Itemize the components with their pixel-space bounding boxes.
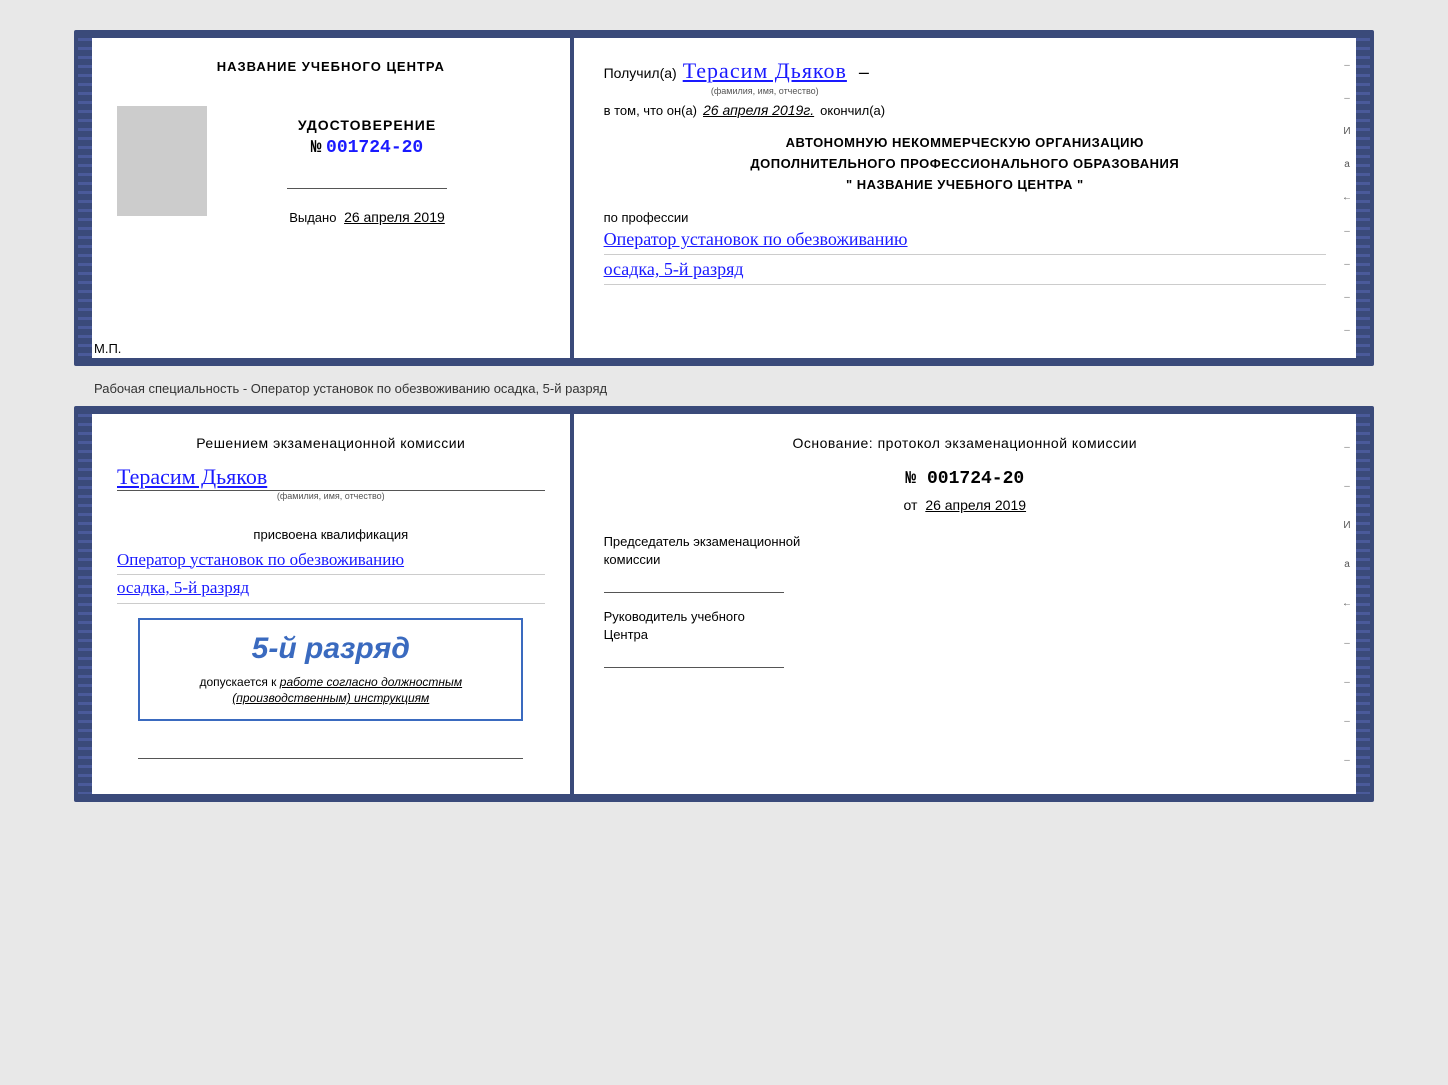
bottom-doc-inner: Решением экзаменационной комиссии Тераси… — [92, 414, 1356, 794]
tick3: И — [1343, 126, 1350, 137]
org-line3: " НАЗВАНИЕ УЧЕБНОГО ЦЕНТРА " — [604, 175, 1326, 196]
issued-line: Выдано 26 апреля 2019 — [287, 209, 447, 225]
received-label: Получил(а) — [604, 65, 677, 81]
tick8: – — [1344, 292, 1350, 303]
tick1: – — [1344, 60, 1350, 71]
qualified-label: присвоена квалификация — [253, 527, 408, 542]
btick4: а — [1344, 559, 1350, 570]
rank-value: осадка, 5-й разряд — [604, 259, 1326, 285]
btick3: И — [1343, 520, 1350, 531]
fio-sublabel-bottom: (фамилия, имя, отчество) — [117, 491, 545, 501]
tick5: ← — [1342, 192, 1352, 203]
decision-text: Решением экзаменационной комиссии — [196, 434, 465, 454]
page-container: НАЗВАНИЕ УЧЕБНОГО ЦЕНТРА УДОСТОВЕРЕНИЕ №… — [20, 20, 1428, 817]
admit-text: допускается к работе согласно должностны… — [155, 674, 506, 708]
btick5: ← — [1342, 598, 1352, 609]
director-label: Руководитель учебного Центра — [604, 608, 1326, 644]
top-border-deco — [74, 30, 1374, 38]
in-that-label: в том, что он(а) — [604, 103, 697, 118]
bottom-person-name: Терасим Дьяков — [117, 464, 545, 491]
org-block: АВТОНОМНУЮ НЕКОММЕРЧЕСКУЮ ОРГАНИЗАЦИЮ ДО… — [604, 133, 1326, 195]
tick6: – — [1344, 226, 1350, 237]
bottom-doc-left: Решением экзаменационной комиссии Тераси… — [92, 414, 572, 794]
protocol-date: от 26 апреля 2019 — [604, 497, 1326, 513]
rank-box: 5-й разряд допускается к работе согласно… — [138, 618, 523, 722]
btick6: – — [1344, 638, 1350, 649]
top-doc-left: НАЗВАНИЕ УЧЕБНОГО ЦЕНТРА УДОСТОВЕРЕНИЕ №… — [92, 38, 572, 358]
completion-date: 26 апреля 2019г. — [703, 102, 814, 118]
completed-label: окончил(а) — [820, 103, 885, 118]
chairman-section: Председатель экзаменационной комиссии — [604, 533, 1326, 593]
bottom-top-border-deco — [74, 406, 1374, 414]
separator-label: Рабочая специальность - Оператор установ… — [74, 371, 1374, 406]
bottom-right-spine-deco — [1356, 414, 1370, 794]
btick9: – — [1344, 755, 1350, 766]
school-name-label: НАЗВАНИЕ УЧЕБНОГО ЦЕНТРА — [217, 58, 445, 76]
bottom-doc-right: Основание: протокол экзаменационной коми… — [574, 414, 1356, 794]
dash-top: – — [859, 62, 869, 83]
tick2: – — [1344, 93, 1350, 104]
top-doc-inner: НАЗВАНИЕ УЧЕБНОГО ЦЕНТРА УДОСТОВЕРЕНИЕ №… — [92, 38, 1356, 358]
btick7: – — [1344, 677, 1350, 688]
org-line1: АВТОНОМНУЮ НЕКОММЕРЧЕСКУЮ ОРГАНИЗАЦИЮ — [604, 133, 1326, 154]
cert-number: № 001724-20 — [287, 138, 447, 158]
btick2: – — [1344, 481, 1350, 492]
rank-box-text: 5-й разряд — [155, 632, 506, 666]
bottom-border-deco — [74, 358, 1374, 366]
btick8: – — [1344, 716, 1350, 727]
chairman-sig-line — [604, 573, 784, 593]
tick7: – — [1344, 259, 1350, 270]
bottom-bottom-border-deco — [74, 794, 1374, 802]
director-section: Руководитель учебного Центра — [604, 608, 1326, 668]
mp-label: М.П. — [94, 341, 121, 356]
profession-value: Оператор установок по обезвоживанию — [604, 229, 1326, 255]
cert-label: УДОСТОВЕРЕНИЕ — [287, 117, 447, 133]
qualification-line2: осадка, 5-й разряд — [117, 575, 545, 604]
photo-placeholder — [117, 106, 207, 216]
left-spine-deco — [78, 38, 92, 358]
qualification-line1: Оператор установок по обезвоживанию — [117, 547, 545, 576]
right-spine-deco — [1356, 38, 1370, 358]
recipient-name: Терасим Дьяков — [683, 58, 847, 83]
top-doc-right: Получил(а) Терасим Дьяков (фамилия, имя,… — [574, 38, 1356, 358]
bottom-left-spine-deco — [78, 414, 92, 794]
basis-title: Основание: протокол экзаменационной коми… — [604, 434, 1326, 454]
org-line2: ДОПОЛНИТЕЛЬНОГО ПРОФЕССИОНАЛЬНОГО ОБРАЗО… — [604, 154, 1326, 175]
btick1: – — [1344, 442, 1350, 453]
fio-sublabel-top: (фамилия, имя, отчество) — [683, 86, 847, 96]
profession-label: по профессии — [604, 210, 1326, 225]
director-sig-line — [604, 648, 784, 668]
protocol-number: № 001724-20 — [604, 469, 1326, 489]
tick4: а — [1344, 159, 1350, 170]
chairman-label: Председатель экзаменационной комиссии — [604, 533, 1326, 569]
tick9: – — [1344, 325, 1350, 336]
bottom-document-wrapper: Решением экзаменационной комиссии Тераси… — [74, 406, 1374, 802]
top-document-wrapper: НАЗВАНИЕ УЧЕБНОГО ЦЕНТРА УДОСТОВЕРЕНИЕ №… — [74, 30, 1374, 366]
